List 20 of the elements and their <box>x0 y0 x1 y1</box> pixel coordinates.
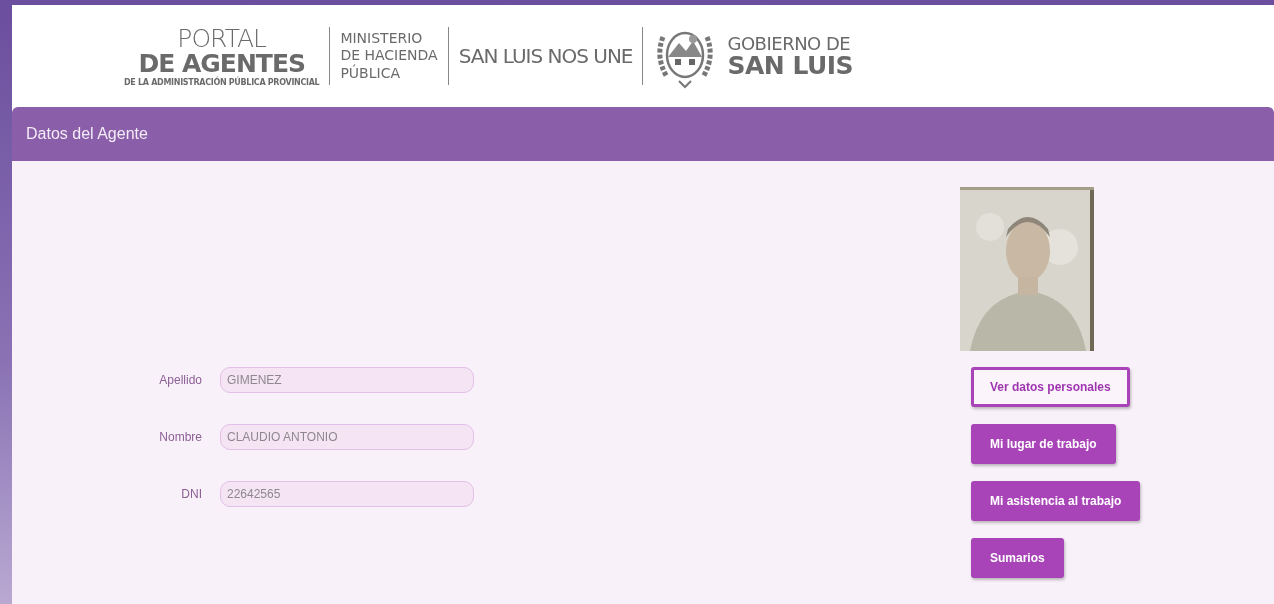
input-field[interactable]: GIMENEZ <box>220 367 474 393</box>
input-field[interactable]: 22642565 <box>220 481 474 507</box>
field-label: Nombre <box>158 430 203 444</box>
ministry-name-line: DE HACIENDA <box>340 47 438 64</box>
government-name-bottom: SAN LUIS <box>727 52 854 78</box>
ministry-name-line: MINISTERIO <box>340 29 424 48</box>
input-field[interactable]: CLAUDIO ANTONIO <box>220 424 474 450</box>
field-label: DNI <box>180 487 203 501</box>
slogan: SAN LUIS NOS UNE <box>458 44 633 68</box>
menu-button[interactable]: Mi lugar de trabajo <box>971 424 1116 464</box>
portal-caption: DE LA ADMINISTRACIÓN PÚBLICA PROVINCIAL <box>124 78 320 87</box>
ministry-name-line: PÚBLICA <box>340 64 401 83</box>
portal-title: PORTAL <box>177 25 267 51</box>
government-name-top: GOBIERNO DE <box>727 34 852 53</box>
menu-button[interactable]: Ver datos personales <box>971 367 1130 407</box>
panel-title: Datos del Agente <box>26 125 148 143</box>
field-label: Apellido <box>158 373 203 387</box>
menu-button[interactable]: Mi asistencia al trabajo <box>971 481 1141 521</box>
menu-button[interactable]: Sumarios <box>971 538 1064 578</box>
portal-subtitle: DE AGENTES <box>138 50 305 76</box>
